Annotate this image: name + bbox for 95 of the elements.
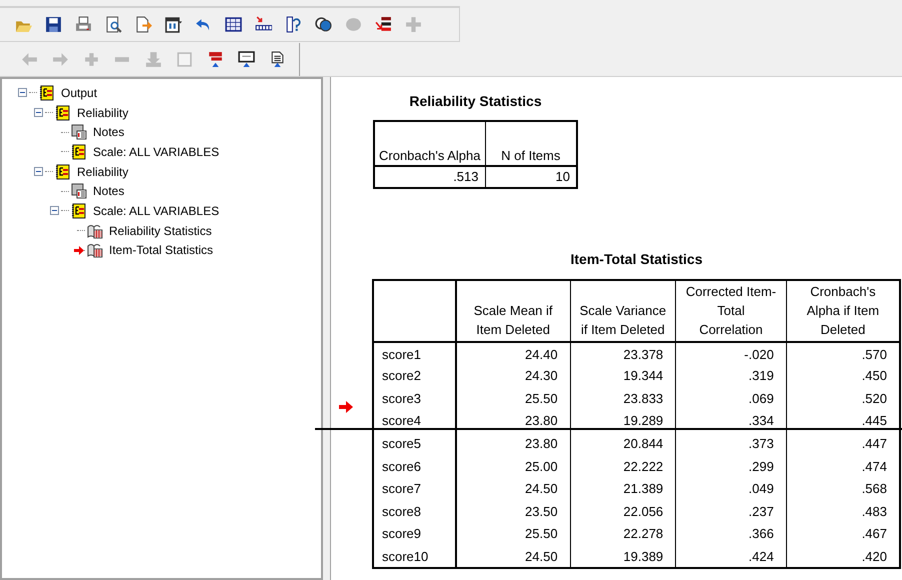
collapse-toggle[interactable] (34, 108, 43, 118)
circles-icon (314, 16, 332, 33)
table-cell: 25.50 (456, 388, 570, 410)
table-cell: 19.389 (570, 546, 676, 568)
table-cell: 23.378 (570, 342, 676, 365)
blob-icon (344, 16, 362, 33)
printer-icon (74, 16, 92, 33)
table-cell: .420 (786, 546, 900, 568)
row-header: score6 (373, 455, 456, 478)
table-title: Item-Total Statistics (570, 250, 702, 269)
table-cell: 24.40 (456, 342, 570, 365)
outline-item[interactable]: Scale: ALL VARIABLES (93, 202, 220, 220)
table-cell: .520 (786, 388, 900, 410)
outline-item[interactable]: Reliability (77, 104, 128, 122)
table-cell: .366 (676, 523, 786, 546)
row-header: score1 (373, 342, 456, 365)
monitor-icon (238, 50, 254, 68)
plus-icon (82, 50, 100, 68)
table-cell: 23.80 (456, 432, 570, 456)
column-header: Scale Variance if Item Deleted (570, 280, 676, 342)
collapse-toggle[interactable] (50, 206, 59, 216)
notes-icon (71, 183, 87, 200)
table-cell: .570 (786, 342, 900, 365)
table-cell: .069 (676, 388, 786, 410)
table-cell: .483 (786, 500, 900, 524)
right-arrow-icon (52, 50, 68, 68)
table-cell: 23.50 (456, 500, 570, 524)
table-cell: 22.278 (570, 523, 676, 546)
table-cell: 24.50 (456, 546, 570, 568)
column-header: Scale Mean if Item Deleted (456, 280, 570, 342)
outline-item[interactable]: Reliability Statistics (109, 222, 212, 240)
table-cell: .237 (676, 500, 786, 524)
stack-icon (374, 16, 392, 33)
table-cell: 24.50 (456, 478, 570, 501)
book-icon (39, 84, 55, 101)
table-cell: .474 (786, 455, 900, 478)
outline-item[interactable]: Output (61, 84, 98, 102)
table-cell: -.020 (676, 342, 786, 365)
tray-icon (144, 50, 162, 68)
book-icon (55, 164, 71, 180)
table-cell: 22.056 (570, 500, 676, 524)
row-header: score3 (373, 388, 456, 410)
notes-icon (71, 124, 87, 140)
table-cell: .049 (676, 478, 786, 501)
preview-icon (104, 16, 122, 33)
plus-icon (404, 16, 422, 33)
grid-icon (224, 16, 242, 33)
column-header: Cronbach's Alpha if Item Deleted (786, 280, 900, 342)
outline-item[interactable]: Notes (93, 182, 124, 200)
table-cell: .568 (786, 478, 900, 501)
document-icon (268, 50, 286, 68)
table-cell: .299 (676, 455, 786, 478)
book-icon (71, 202, 87, 219)
help-icon (284, 16, 302, 33)
table-cell: 19.344 (570, 365, 676, 388)
table-icon (87, 222, 103, 239)
row-header: score2 (373, 365, 456, 388)
column-header: Corrected Item-Total Correlation (676, 280, 786, 342)
square-icon (176, 50, 192, 68)
collapse-toggle[interactable] (34, 167, 43, 176)
table-cell: 21.389 (570, 478, 676, 501)
book-icon (55, 104, 71, 121)
table-cell: 20.844 (570, 432, 676, 456)
minus-icon (115, 56, 129, 62)
outline-item[interactable]: Scale: ALL VARIABLES (93, 142, 220, 161)
row-header: score9 (373, 523, 456, 546)
row-header: score7 (373, 478, 456, 501)
book-icon (71, 144, 87, 160)
dialog-icon (164, 16, 182, 33)
table-cell: 24.30 (456, 365, 570, 388)
table-cell: .319 (676, 365, 786, 388)
table-cell: 23.833 (570, 388, 676, 410)
table-cell: .447 (786, 432, 900, 456)
table-cell: 25.50 (456, 523, 570, 546)
row-header: score8 (373, 500, 456, 524)
table-cell: .450 (786, 365, 900, 388)
goto-icon (254, 16, 272, 33)
heading-icon (206, 50, 224, 68)
column-header: Cronbach's Alpha (374, 121, 485, 166)
table-icon (87, 242, 103, 258)
left-arrow-icon (20, 50, 38, 68)
outline-item[interactable]: Item-Total Statistics (109, 241, 214, 260)
outline-item[interactable]: Notes (93, 123, 124, 142)
table-cell: 22.222 (570, 455, 676, 478)
table-cell: .424 (676, 546, 786, 568)
table-title: Reliability Statistics (409, 92, 542, 111)
row-header: score10 (373, 546, 456, 568)
table-cell: 25.00 (456, 455, 570, 478)
export-icon (134, 16, 152, 33)
collapse-toggle[interactable] (18, 88, 27, 98)
table-cell: .467 (786, 523, 900, 546)
table-cell: .373 (676, 432, 786, 456)
floppy-icon (44, 16, 62, 33)
row-header: score5 (373, 432, 456, 456)
outline-item[interactable]: Reliability (77, 162, 128, 181)
